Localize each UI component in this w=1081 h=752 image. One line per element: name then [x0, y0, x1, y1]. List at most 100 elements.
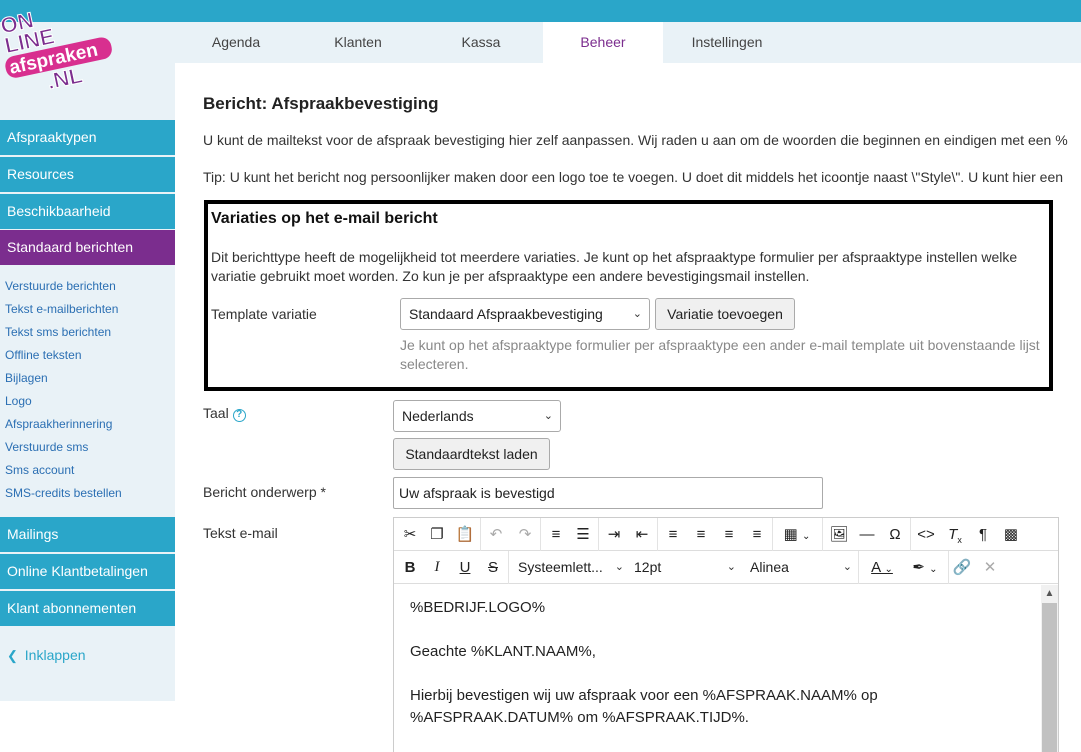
logo-graphic: ON LINE afspraken .NL [0, 7, 112, 95]
chevron-left-icon: ❮ [7, 648, 18, 663]
editor-paragraph: %BEDRIJF.LOGO% [410, 599, 546, 616]
font-size-select[interactable]: 12pt ⌄ [634, 551, 736, 584]
sidebar-item-resources[interactable]: Resources [0, 157, 175, 192]
template-variation-label: Template variatie [211, 306, 317, 322]
tab-beheer[interactable]: Beheer [543, 22, 663, 63]
sidebar-subitem-sms-credits-bestellen[interactable]: SMS-credits bestellen [5, 485, 122, 501]
sidebar-subitem-afspraakherinnering[interactable]: Afspraakherinnering [5, 416, 112, 432]
tab-kassa[interactable]: Kassa [419, 22, 543, 63]
tab-instellingen[interactable]: Instellingen [663, 22, 791, 63]
main-tabs: Agenda Klanten Kassa Beheer Instellingen [175, 22, 791, 63]
sidebar-item-standaard-berichten[interactable]: Standaard berichten [0, 230, 175, 265]
online-afspraken-logo[interactable]: ON LINE afspraken .NL [0, 0, 120, 95]
undo-icon[interactable]: ↶ [482, 518, 510, 551]
horizontal-line-icon[interactable]: — [853, 518, 881, 551]
subject-label: Bericht onderwerp * [203, 484, 326, 500]
indent-icon[interactable]: ⇥ [600, 518, 628, 551]
unlink-icon[interactable]: ✕ [976, 551, 1004, 584]
sidebar-item-mailings[interactable]: Mailings [0, 517, 175, 552]
redo-icon[interactable]: ↷ [511, 518, 539, 551]
sidebar-subitem-tekst-emailberichten[interactable]: Tekst e-mailberichten [5, 301, 118, 317]
subject-input[interactable]: Uw afspraak is bevestigd [393, 477, 823, 509]
main-content: Bericht: Afspraakbevestiging U kunt de m… [175, 63, 1081, 752]
intro-text: U kunt de mailtekst voor de afspraak bev… [203, 132, 1068, 148]
sidebar-subitem-bijlagen[interactable]: Bijlagen [5, 370, 48, 386]
numbered-list-icon[interactable]: ☰ [569, 518, 597, 551]
sidebar: Afspraaktypen Resources Beschikbaarheid … [0, 63, 175, 701]
chevron-down-icon: ⌄ [842, 561, 852, 573]
scrollbar-thumb[interactable] [1042, 603, 1057, 752]
underline-icon[interactable]: U [451, 551, 479, 584]
template-variation-select[interactable]: Standaard Afspraakbevestiging ⌄ [400, 298, 650, 330]
special-character-icon[interactable]: Ω [881, 518, 909, 551]
language-value: Nederlands [402, 408, 474, 424]
top-bar [0, 0, 1081, 22]
variation-title: Variaties op het e-mail bericht [211, 210, 438, 227]
page-title: Bericht: Afspraakbevestiging [203, 94, 439, 113]
sidebar-subitem-sms-account[interactable]: Sms account [5, 462, 74, 478]
highlight-color-icon[interactable]: ✒ ⌄ [904, 551, 946, 584]
strikethrough-icon[interactable]: S [479, 551, 507, 584]
language-select[interactable]: Nederlands ⌄ [393, 400, 561, 432]
block-format-value: Alinea [750, 559, 789, 575]
scroll-up-arrow-icon[interactable]: ▲ [1041, 585, 1058, 602]
outdent-icon[interactable]: ⇤ [628, 518, 656, 551]
block-format-select[interactable]: Alinea ⌄ [750, 551, 852, 584]
source-code-icon[interactable]: <> [912, 518, 940, 551]
font-family-select[interactable]: Systeemlett... ⌄ [518, 551, 624, 584]
copy-icon[interactable]: ❐ [423, 518, 451, 551]
sidebar-subitem-logo[interactable]: Logo [5, 393, 32, 409]
paragraph-marks-icon[interactable]: ¶ [969, 518, 997, 551]
editor-paragraph: Geachte %KLANT.NAAM%, [410, 643, 596, 660]
variation-description: Dit berichttype heeft de mogelijkheid to… [211, 249, 1018, 284]
align-justify-icon[interactable]: ≡ [743, 518, 771, 551]
tab-klanten[interactable]: Klanten [297, 22, 419, 63]
bold-icon[interactable]: B [396, 551, 424, 584]
help-icon[interactable]: ? [232, 409, 246, 422]
text-color-icon[interactable]: A ⌄ [861, 551, 903, 584]
email-text-label: Tekst e-mail [203, 525, 278, 541]
paste-icon[interactable]: 📋 [451, 518, 479, 551]
editor-toolbar-row-2: B I U S Systeemlett... ⌄ 12pt ⌄ Alinea ⌄… [394, 551, 1058, 584]
editor-content[interactable]: %BEDRIJF.LOGO% Geachte %KLANT.NAAM%, Hie… [394, 585, 1040, 752]
language-label-text: Taal [203, 405, 229, 421]
sidebar-subitem-verstuurde-berichten[interactable]: Verstuurde berichten [5, 278, 116, 294]
clear-formatting-icon[interactable]: Tx [941, 518, 969, 551]
sidebar-item-beschikbaarheid[interactable]: Beschikbaarheid [0, 194, 175, 229]
collapse-sidebar-link[interactable]: ❮ Inklappen [7, 647, 86, 664]
font-size-value: 12pt [634, 559, 662, 575]
cut-icon[interactable]: ✂ [396, 518, 424, 551]
sidebar-subitem-offline-teksten[interactable]: Offline teksten [5, 347, 82, 363]
align-right-icon[interactable]: ≡ [715, 518, 743, 551]
italic-icon[interactable]: I [423, 551, 451, 584]
font-family-value: Systeemlett... [518, 559, 603, 575]
language-label: Taal? [203, 405, 246, 422]
editor-paragraph: Hierbij bevestigen wij uw afspraak voor … [410, 687, 878, 726]
sidebar-item-online-klantbetalingen[interactable]: Online Klantbetalingen [0, 554, 175, 589]
show-blocks-icon[interactable]: ▩ [997, 518, 1025, 551]
sidebar-subitem-verstuurde-sms[interactable]: Verstuurde sms [5, 439, 88, 455]
template-variation-value: Standaard Afspraakbevestiging [409, 306, 603, 322]
image-icon[interactable]: 🖼 [825, 518, 853, 551]
tab-agenda[interactable]: Agenda [175, 22, 297, 63]
tip-text: Tip: U kunt het bericht nog persoonlijke… [203, 169, 1064, 185]
collapse-label: Inklappen [24, 647, 86, 663]
chevron-down-icon: ⌄ [632, 308, 642, 320]
link-icon[interactable]: 🔗 [948, 551, 976, 584]
editor-scrollbar[interactable]: ▲ [1041, 585, 1058, 752]
chevron-down-icon: ⌄ [614, 561, 624, 573]
add-variation-button[interactable]: Variatie toevoegen [655, 298, 795, 330]
chevron-down-icon: ⌄ [543, 410, 553, 422]
sidebar-item-afspraaktypen[interactable]: Afspraaktypen [0, 120, 175, 155]
table-icon[interactable]: ▦ ⌄ [776, 518, 818, 551]
email-editor: ✂ ❐ 📋 ↶ ↷ ≡ ☰ ⇥ ⇤ ≡ ≡ ≡ ≡ ▦ ⌄ 🖼 — Ω <> T… [393, 517, 1059, 752]
editor-toolbar-row-1: ✂ ❐ 📋 ↶ ↷ ≡ ☰ ⇥ ⇤ ≡ ≡ ≡ ≡ ▦ ⌄ 🖼 — Ω <> T… [394, 518, 1058, 551]
load-default-text-button[interactable]: Standaardtekst laden [393, 438, 550, 470]
align-left-icon[interactable]: ≡ [659, 518, 687, 551]
sidebar-subitem-tekst-sms-berichten[interactable]: Tekst sms berichten [5, 324, 111, 340]
chevron-down-icon: ⌄ [726, 561, 736, 573]
bullet-list-icon[interactable]: ≡ [542, 518, 570, 551]
variation-hint: Je kunt op het afspraaktype formulier pe… [400, 337, 1040, 372]
sidebar-item-klant-abonnementen[interactable]: Klant abonnementen [0, 591, 175, 626]
align-center-icon[interactable]: ≡ [687, 518, 715, 551]
